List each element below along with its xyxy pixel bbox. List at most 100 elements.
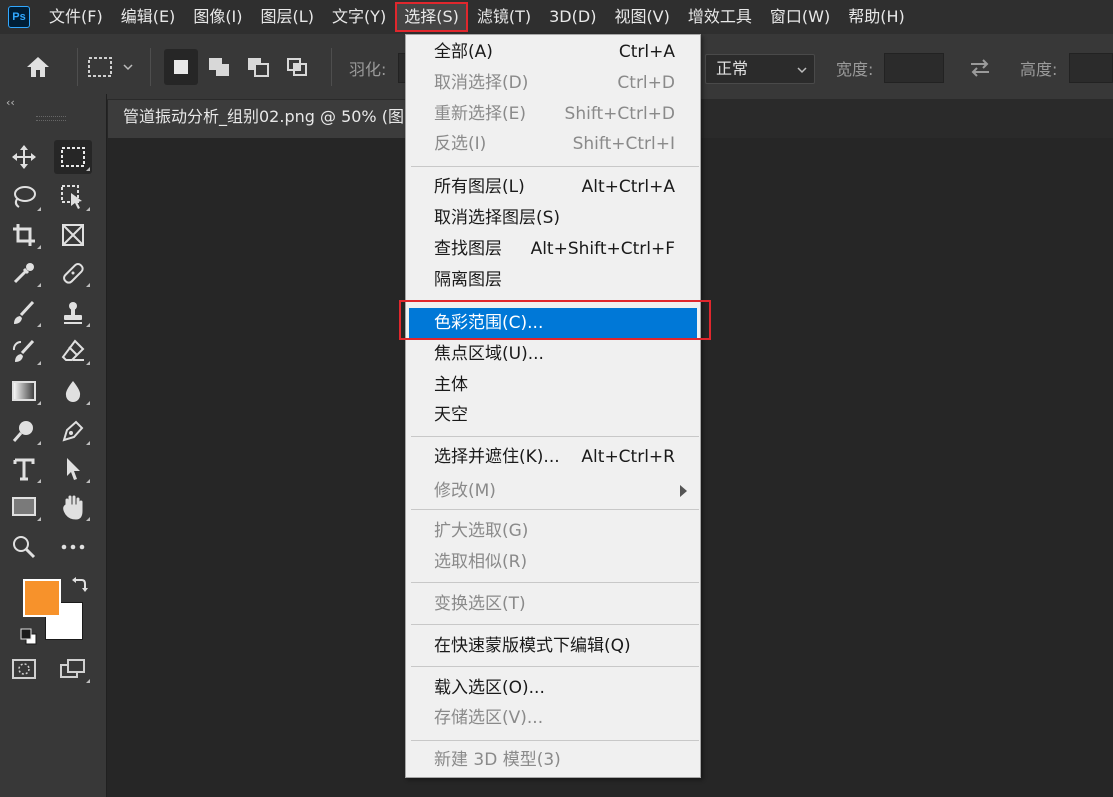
menu-item-sky[interactable]: 天空: [409, 400, 697, 430]
select-menu-dropdown: 全部(A) Ctrl+A 取消选择(D) Ctrl+D 重新选择(E) Shif…: [405, 34, 701, 778]
menu-separator: [411, 666, 699, 667]
add-to-selection-icon[interactable]: [202, 49, 236, 85]
gradient-tool-icon[interactable]: [5, 374, 43, 408]
menu-item-similar[interactable]: 选取相似(R): [409, 547, 697, 577]
menu-item-save-selection[interactable]: 存储选区(V)...: [409, 703, 697, 733]
style-select-value: 正常: [716, 59, 749, 78]
hand-tool-icon[interactable]: [54, 490, 92, 524]
width-input[interactable]: [884, 53, 944, 83]
menu-image[interactable]: 图像(I): [184, 2, 251, 32]
subtract-from-selection-icon[interactable]: [241, 49, 275, 85]
menu-separator: [411, 166, 699, 167]
swap-colors-icon[interactable]: [70, 576, 88, 594]
menu-separator: [411, 624, 699, 625]
menu-item-new-3d-extrusion[interactable]: 新建 3D 模型(3): [409, 745, 697, 775]
menu-item-all-layers[interactable]: 所有图层(L) Alt+Ctrl+A: [409, 172, 697, 202]
type-tool-icon[interactable]: [5, 452, 43, 486]
pen-tool-icon[interactable]: [54, 414, 92, 448]
crop-tool-icon[interactable]: [5, 218, 43, 252]
menu-separator: [411, 740, 699, 741]
rectangular-marquee-tool-icon[interactable]: [54, 140, 92, 174]
menu-item-shortcut: Alt+Shift+Ctrl+F: [530, 239, 675, 259]
menu-item-shortcut: Shift+Ctrl+I: [572, 134, 675, 154]
menu-item-label: 载入选区(O)...: [434, 678, 545, 698]
menu-type[interactable]: 文字(Y): [323, 2, 395, 32]
menu-item-label: 全部(A): [434, 42, 493, 62]
object-selection-tool-icon[interactable]: [54, 180, 92, 214]
menu-file[interactable]: 文件(F): [40, 2, 112, 32]
photoshop-logo[interactable]: Ps: [8, 6, 30, 28]
screen-mode-icon[interactable]: [54, 652, 92, 686]
menu-item-label: 变换选区(T): [434, 594, 526, 614]
menu-item-deselect[interactable]: 取消选择(D) Ctrl+D: [409, 68, 697, 98]
menu-item-label: 取消选择图层(S): [434, 208, 561, 228]
menu-item-quick-mask[interactable]: 在快速蒙版模式下编辑(Q): [409, 631, 697, 661]
foreground-color-fill: [25, 581, 59, 615]
rectangle-tool-icon[interactable]: [5, 490, 43, 524]
highlight-annotation-box: [399, 300, 711, 340]
menu-select[interactable]: 选择(S): [395, 2, 468, 32]
foreground-color-swatch[interactable]: [23, 579, 61, 617]
menu-edit[interactable]: 编辑(E): [112, 2, 185, 32]
quick-mask-mode-icon[interactable]: [5, 652, 43, 686]
blur-tool-icon[interactable]: [54, 374, 92, 408]
clone-stamp-tool-icon[interactable]: [54, 296, 92, 330]
menu-bar: Ps 文件(F) 编辑(E) 图像(I) 图层(L) 文字(Y) 选择(S) 滤…: [0, 0, 1113, 34]
menu-3d[interactable]: 3D(D): [540, 2, 605, 32]
dodge-tool-icon[interactable]: [5, 414, 43, 448]
menu-item-label: 隔离图层: [434, 270, 502, 290]
brush-tool-icon[interactable]: [5, 296, 43, 330]
menu-item-focus-area[interactable]: 焦点区域(U)...: [409, 339, 697, 369]
feather-label: 羽化:: [349, 60, 387, 79]
frame-tool-icon[interactable]: [54, 218, 92, 252]
more-tools-icon[interactable]: [54, 530, 92, 564]
menu-item-transform-selection[interactable]: 变换选区(T): [409, 589, 697, 619]
path-selection-tool-icon[interactable]: [54, 452, 92, 486]
eyedropper-tool-icon[interactable]: [5, 256, 43, 290]
menu-item-label: 反选(I): [434, 134, 487, 154]
height-input[interactable]: [1069, 53, 1113, 83]
menu-item-shortcut: Alt+Ctrl+A: [581, 177, 675, 197]
menu-item-deselect-layers[interactable]: 取消选择图层(S): [409, 203, 697, 233]
menu-filter[interactable]: 滤镜(T): [468, 2, 540, 32]
separator: [331, 48, 332, 86]
menu-item-label: 修改(M): [434, 481, 496, 501]
eraser-tool-icon[interactable]: [54, 334, 92, 368]
menu-item-grow[interactable]: 扩大选取(G): [409, 516, 697, 546]
menu-plugins[interactable]: 增效工具: [679, 2, 761, 32]
menu-separator: [411, 582, 699, 583]
menu-item-label: 取消选择(D): [434, 73, 529, 93]
toolbar-grip[interactable]: [36, 116, 66, 121]
menu-window[interactable]: 窗口(W): [761, 2, 839, 32]
healing-brush-tool-icon[interactable]: [54, 256, 92, 290]
menu-item-subject[interactable]: 主体: [409, 370, 697, 400]
swap-dimensions-icon[interactable]: [962, 52, 998, 84]
home-icon[interactable]: [18, 50, 58, 84]
menu-item-label: 查找图层: [434, 239, 502, 259]
menu-item-find-layers[interactable]: 查找图层 Alt+Shift+Ctrl+F: [409, 234, 697, 264]
default-colors-icon[interactable]: [20, 628, 38, 646]
menu-view[interactable]: 视图(V): [605, 2, 678, 32]
style-select[interactable]: 正常: [705, 54, 815, 84]
width-label: 宽度:: [836, 60, 874, 79]
menu-item-reselect[interactable]: 重新选择(E) Shift+Ctrl+D: [409, 99, 697, 129]
lasso-tool-icon[interactable]: [5, 180, 43, 214]
menu-help[interactable]: 帮助(H): [839, 2, 914, 32]
menu-item-label: 所有图层(L): [434, 177, 525, 197]
menu-item-isolate-layers[interactable]: 隔离图层: [409, 265, 697, 295]
intersect-selection-icon[interactable]: [280, 49, 314, 85]
menu-item-all[interactable]: 全部(A) Ctrl+A: [409, 37, 697, 67]
menu-item-load-selection[interactable]: 载入选区(O)...: [409, 673, 697, 703]
menu-item-modify[interactable]: 修改(M): [409, 476, 697, 506]
collapse-toolbar-button[interactable]: ‹‹: [6, 96, 15, 109]
menu-item-inverse[interactable]: 反选(I) Shift+Ctrl+I: [409, 129, 697, 159]
history-brush-tool-icon[interactable]: [5, 334, 43, 368]
document-tab[interactable]: 管道振动分析_组别02.png @ 50% (图: [108, 100, 408, 138]
zoom-tool-icon[interactable]: [5, 530, 43, 564]
menu-item-label: 在快速蒙版模式下编辑(Q): [434, 636, 631, 656]
menu-layer[interactable]: 图层(L): [252, 2, 323, 32]
menu-item-select-and-mask[interactable]: 选择并遮住(K)... Alt+Ctrl+R: [409, 442, 697, 472]
new-selection-icon[interactable]: [164, 49, 198, 85]
marquee-preset-picker[interactable]: [86, 50, 140, 84]
move-tool-icon[interactable]: [5, 140, 43, 174]
